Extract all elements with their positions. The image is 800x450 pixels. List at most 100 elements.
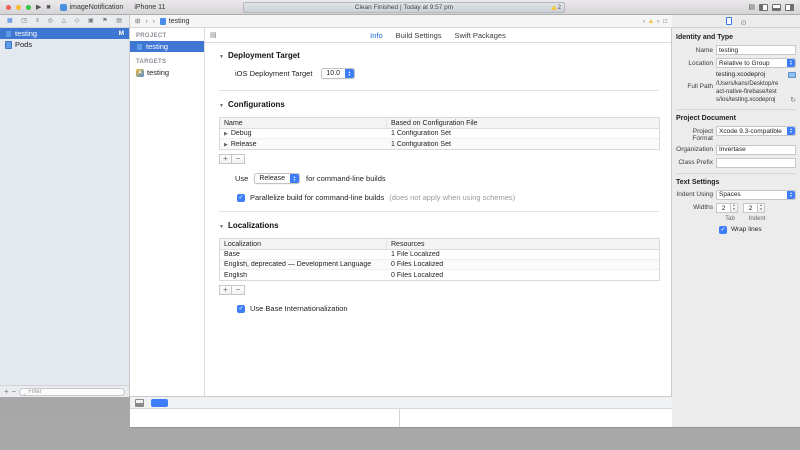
text-settings-section-title: Text Settings <box>676 179 796 186</box>
project-format-popup[interactable]: Xcode 9.3-compatible <box>716 126 796 136</box>
tab-width-stepper[interactable]: 2 <box>716 203 738 213</box>
add-localization-button[interactable] <box>219 285 232 295</box>
indent-caption: Indent <box>746 216 768 222</box>
localization-name: English <box>220 272 387 279</box>
table-row[interactable]: English 0 Files Localized <box>220 270 659 280</box>
tab-build-settings[interactable]: Build Settings <box>396 31 442 40</box>
test-navigator-icon[interactable] <box>75 18 80 24</box>
forward-icon[interactable] <box>153 18 155 25</box>
tab-width-value[interactable]: 2 <box>716 203 731 213</box>
indent-using-label: Indent Using <box>676 190 716 199</box>
disclosure-triangle-icon[interactable] <box>219 221 224 230</box>
project-file-icon <box>160 18 166 25</box>
hide-debug-area-icon[interactable] <box>135 399 144 407</box>
add-configuration-button[interactable] <box>219 154 232 164</box>
location-popup[interactable]: Relative to Group <box>716 58 796 68</box>
disclosure-triangle-icon[interactable] <box>224 141 228 148</box>
debug-area <box>130 409 672 428</box>
localization-name: Base <box>220 251 387 258</box>
indent-using-popup[interactable]: Spaces <box>716 190 796 200</box>
indent-width-value[interactable]: 2 <box>743 203 758 213</box>
stepper-arrows-icon[interactable] <box>731 203 738 213</box>
next-issue-icon[interactable] <box>657 18 659 25</box>
tab-info[interactable]: Info <box>370 31 383 40</box>
warning-indicator[interactable]: 2 <box>551 3 561 12</box>
disclosure-triangle-icon[interactable] <box>219 51 224 60</box>
run-destination-selector[interactable]: iPhone 11 <box>134 4 165 11</box>
find-navigator-icon[interactable] <box>48 18 53 24</box>
deployment-target-header[interactable]: Deployment Target <box>219 51 659 60</box>
section-title: Deployment Target <box>228 51 300 60</box>
localizations-table: Localization Resources Base 1 File Local… <box>219 238 660 281</box>
remove-configuration-button[interactable] <box>232 154 245 164</box>
table-row[interactable]: Base 1 File Localized <box>220 250 659 260</box>
folder-icon[interactable] <box>788 72 796 78</box>
configurations-header[interactable]: Configurations <box>219 100 659 109</box>
command-line-config-popup[interactable]: Release <box>254 173 300 184</box>
navigator-item-testing[interactable]: testing M <box>0 28 129 39</box>
editor-tab-bar: Info Build Settings Swift Packages <box>205 28 671 43</box>
table-row[interactable]: Release 1 Configuration Set <box>220 139 659 149</box>
base-internationalization-checkbox[interactable] <box>237 305 245 313</box>
project-item[interactable]: testing <box>130 41 204 52</box>
toggle-debug-area-icon[interactable] <box>772 4 781 11</box>
column-header: Name <box>220 118 387 128</box>
symbol-navigator-icon[interactable] <box>36 18 40 24</box>
disclosure-triangle-icon[interactable] <box>219 100 224 109</box>
file-inspector-icon[interactable] <box>726 17 732 25</box>
project-navigator-icon[interactable] <box>7 18 13 24</box>
close-window-button[interactable] <box>6 5 11 10</box>
config-file: 1 Configuration Set <box>387 130 659 137</box>
navigator-item-label: Pods <box>15 40 32 49</box>
localizations-header[interactable]: Localizations <box>219 221 659 230</box>
previous-issue-icon[interactable] <box>643 18 645 25</box>
column-header: Based on Configuration File <box>387 120 659 127</box>
remove-item-icon[interactable]: − <box>12 388 17 396</box>
remove-localization-button[interactable] <box>232 285 245 295</box>
breadcrumb[interactable]: testing <box>160 18 190 25</box>
disclosure-triangle-icon[interactable] <box>224 130 228 137</box>
filter-input[interactable] <box>28 389 121 395</box>
section-divider <box>219 90 659 91</box>
source-control-status-badge: M <box>119 30 124 37</box>
reveal-arrow-icon[interactable] <box>790 96 796 104</box>
navigator-item-pods[interactable]: Pods <box>0 39 129 50</box>
table-row[interactable]: Debug 1 Configuration Set <box>220 129 659 139</box>
deployment-target-popup[interactable]: 10.0 <box>321 68 355 79</box>
jump-bar: testing <box>130 15 672 28</box>
organization-row: Organization <box>676 145 796 155</box>
localization-resources: 0 Files Localized <box>387 261 659 268</box>
tab-swift-packages[interactable]: Swift Packages <box>455 31 506 40</box>
editor-mode-icon[interactable] <box>748 4 755 11</box>
breakpoints-toggle[interactable] <box>151 399 168 407</box>
scheme-selector[interactable]: imageNotification <box>60 4 124 11</box>
class-prefix-row: Class Prefix <box>676 158 796 168</box>
minimize-window-button[interactable] <box>16 5 21 10</box>
stepper-arrows-icon[interactable] <box>758 203 765 213</box>
target-item[interactable]: A testing <box>130 67 204 78</box>
back-icon[interactable] <box>145 18 147 25</box>
report-navigator-icon[interactable] <box>116 18 122 24</box>
source-control-navigator-icon[interactable] <box>21 18 27 24</box>
table-row[interactable]: English, deprecated — Development Langua… <box>220 260 659 270</box>
stop-icon[interactable] <box>46 4 50 11</box>
add-item-icon[interactable]: + <box>4 388 9 396</box>
code-review-icon[interactable] <box>663 18 667 25</box>
filter-field-wrap[interactable] <box>19 388 125 396</box>
issue-navigator-icon[interactable] <box>62 18 67 24</box>
parallelize-checkbox[interactable] <box>237 194 245 202</box>
wrap-lines-checkbox[interactable] <box>719 226 727 234</box>
indent-width-stepper[interactable]: 2 <box>743 203 765 213</box>
organization-field[interactable] <box>716 145 796 155</box>
toggle-navigator-icon[interactable] <box>759 4 768 11</box>
breakpoint-navigator-icon[interactable] <box>102 18 107 24</box>
organization-label: Organization <box>676 145 716 154</box>
editor-grid-icon[interactable] <box>135 17 140 25</box>
zoom-window-button[interactable] <box>26 5 31 10</box>
name-field[interactable] <box>716 45 796 55</box>
related-items-icon[interactable] <box>210 31 217 39</box>
toggle-inspector-icon[interactable] <box>785 4 794 11</box>
class-prefix-field[interactable] <box>716 158 796 168</box>
debug-navigator-icon[interactable] <box>88 18 94 24</box>
run-icon[interactable] <box>36 4 41 11</box>
